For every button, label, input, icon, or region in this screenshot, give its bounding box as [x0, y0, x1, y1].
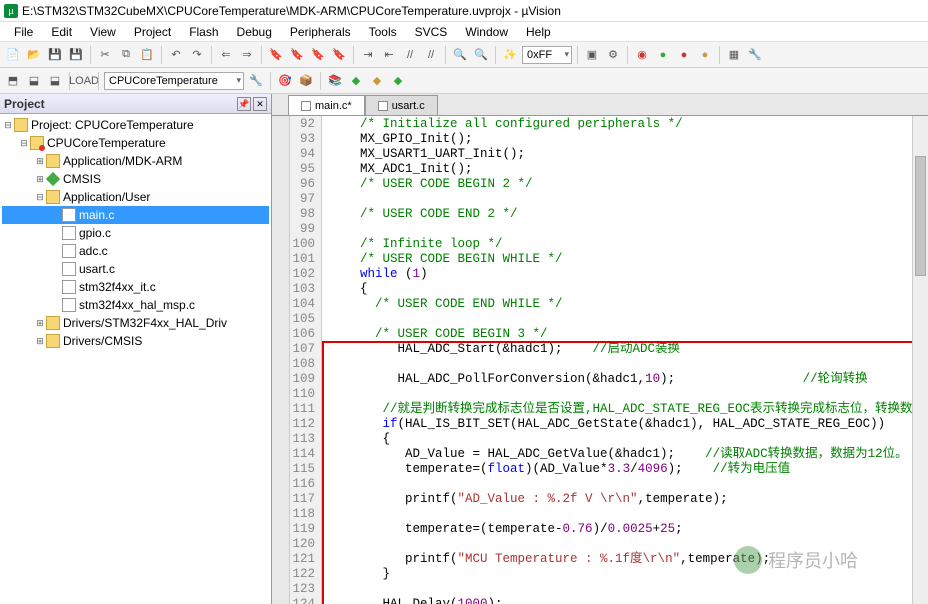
cut-icon[interactable]: ✂ — [96, 46, 114, 64]
file-tab[interactable]: main.c* — [288, 95, 365, 115]
line-gutter: 9293949596979899100101102103104105106107… — [290, 116, 322, 604]
tree-group[interactable]: ⊟Application/User — [2, 188, 269, 206]
bookmark-next-icon[interactable]: 🔖 — [309, 46, 327, 64]
pin-icon[interactable]: 📌 — [237, 97, 251, 111]
tree-group[interactable]: ⊞Application/MDK-ARM — [2, 152, 269, 170]
window-icon[interactable]: ▣ — [583, 46, 601, 64]
menu-flash[interactable]: Flash — [181, 23, 226, 41]
outdent-icon[interactable]: ⇤ — [380, 46, 398, 64]
tree-file[interactable]: main.c — [2, 206, 269, 224]
tree-file[interactable]: gpio.c — [2, 224, 269, 242]
bookmark-prev-icon[interactable]: 🔖 — [288, 46, 306, 64]
bookmark-strip — [272, 116, 290, 604]
tree-file[interactable]: stm32f4xx_hal_msp.c — [2, 296, 269, 314]
watermark-text: 程序员小哈 — [768, 547, 858, 573]
new-file-icon[interactable]: 📄 — [4, 46, 22, 64]
build-icon[interactable]: ⬓ — [25, 72, 43, 90]
panel-title: Project — [4, 97, 235, 111]
load-icon[interactable]: LOAD — [75, 72, 93, 90]
bookmark-clear-icon[interactable]: 🔖 — [330, 46, 348, 64]
title-bar: µ E:\STM32\STM32CubeMX\CPUCoreTemperatur… — [0, 0, 928, 22]
tree-group[interactable]: ⊞CMSIS — [2, 170, 269, 188]
panel-header: Project 📌 ✕ — [0, 94, 271, 114]
toolbar-main: 📄 📂 💾 💾 ✂ ⧉ 📋 ↶ ↷ ⇐ ⇒ 🔖 🔖 🔖 🔖 ⇥ ⇤ // // … — [0, 42, 928, 68]
options-icon[interactable]: 🔧 — [247, 72, 265, 90]
run-icon[interactable]: ● — [654, 46, 672, 64]
save-all-icon[interactable]: 💾 — [67, 46, 85, 64]
translate-icon[interactable]: ⬒ — [4, 72, 22, 90]
bookmark-icon[interactable]: 🔖 — [267, 46, 285, 64]
wrench-icon[interactable]: 🔧 — [746, 46, 764, 64]
code-view[interactable]: 9293949596979899100101102103104105106107… — [272, 116, 928, 604]
pack3-icon[interactable]: ◆ — [389, 72, 407, 90]
indent-icon[interactable]: ⇥ — [359, 46, 377, 64]
target-icon[interactable]: 🎯 — [276, 72, 294, 90]
manage-icon[interactable]: 📦 — [297, 72, 315, 90]
target-select[interactable]: CPUCoreTemperature — [104, 72, 244, 90]
menu-peripherals[interactable]: Peripherals — [282, 23, 359, 41]
search-combo[interactable]: 0xFF — [522, 46, 572, 64]
layout-icon[interactable]: ▦ — [725, 46, 743, 64]
tree-file[interactable]: adc.c — [2, 242, 269, 260]
reset-icon[interactable]: ● — [696, 46, 714, 64]
project-panel: Project 📌 ✕ ⊟Project: CPUCoreTemperature… — [0, 94, 272, 604]
tab-strip: main.c*usart.c — [272, 94, 928, 116]
nav-back-icon[interactable]: ⇐ — [217, 46, 235, 64]
save-icon[interactable]: 💾 — [46, 46, 64, 64]
scrollbar-thumb[interactable] — [915, 156, 926, 276]
copy-icon[interactable]: ⧉ — [117, 46, 135, 64]
menu-debug[interactable]: Debug — [229, 23, 280, 41]
find-icon[interactable]: 🔍 — [451, 46, 469, 64]
toolbar-build: ⬒ ⬓ ⬓ LOAD CPUCoreTemperature 🔧 🎯 📦 📚 ◆ … — [0, 68, 928, 94]
menu-tools[interactable]: Tools — [361, 23, 405, 41]
file-icon — [301, 101, 311, 111]
pack-icon[interactable]: ◆ — [347, 72, 365, 90]
tree-group[interactable]: ⊞Drivers/CMSIS — [2, 332, 269, 350]
menu-file[interactable]: File — [6, 23, 41, 41]
tree-target[interactable]: ⊟CPUCoreTemperature — [2, 134, 269, 152]
watermark-icon — [734, 546, 762, 574]
menu-project[interactable]: Project — [126, 23, 179, 41]
wand-icon[interactable]: ✨ — [501, 46, 519, 64]
find-files-icon[interactable]: 🔍 — [472, 46, 490, 64]
stop-icon[interactable]: ● — [675, 46, 693, 64]
uncomment-icon[interactable]: // — [422, 46, 440, 64]
debug-icon[interactable]: ◉ — [633, 46, 651, 64]
tree-file[interactable]: usart.c — [2, 260, 269, 278]
app-icon: µ — [4, 4, 18, 18]
close-icon[interactable]: ✕ — [253, 97, 267, 111]
pack2-icon[interactable]: ◆ — [368, 72, 386, 90]
tree-group[interactable]: ⊞Drivers/STM32F4xx_HAL_Driv — [2, 314, 269, 332]
nav-fwd-icon[interactable]: ⇒ — [238, 46, 256, 64]
menu-bar: FileEditViewProjectFlashDebugPeripherals… — [0, 22, 928, 42]
paste-icon[interactable]: 📋 — [138, 46, 156, 64]
project-tree[interactable]: ⊟Project: CPUCoreTemperature⊟CPUCoreTemp… — [0, 114, 271, 604]
editor-area: main.c*usart.c 9293949596979899100101102… — [272, 94, 928, 604]
menu-view[interactable]: View — [82, 23, 124, 41]
comment-icon[interactable]: // — [401, 46, 419, 64]
menu-edit[interactable]: Edit — [43, 23, 80, 41]
tree-file[interactable]: stm32f4xx_it.c — [2, 278, 269, 296]
books-icon[interactable]: 📚 — [326, 72, 344, 90]
menu-help[interactable]: Help — [518, 23, 559, 41]
menu-svcs[interactable]: SVCS — [407, 23, 456, 41]
file-icon — [378, 101, 388, 111]
watermark: 程序员小哈 — [734, 546, 858, 574]
config-icon[interactable]: ⚙ — [604, 46, 622, 64]
open-file-icon[interactable]: 📂 — [25, 46, 43, 64]
file-tab[interactable]: usart.c — [365, 95, 438, 115]
code-lines[interactable]: /* Initialize all configured peripherals… — [322, 116, 928, 604]
tree-root[interactable]: ⊟Project: CPUCoreTemperature — [2, 116, 269, 134]
undo-icon[interactable]: ↶ — [167, 46, 185, 64]
menu-window[interactable]: Window — [457, 23, 516, 41]
vertical-scrollbar[interactable] — [912, 116, 928, 604]
window-title: E:\STM32\STM32CubeMX\CPUCoreTemperature\… — [22, 4, 561, 18]
redo-icon[interactable]: ↷ — [188, 46, 206, 64]
rebuild-icon[interactable]: ⬓ — [46, 72, 64, 90]
